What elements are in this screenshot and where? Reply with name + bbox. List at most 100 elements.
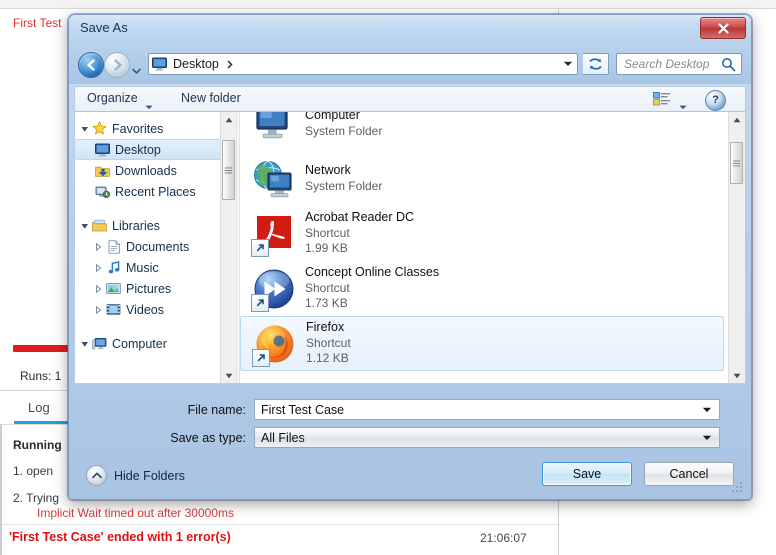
- media-player-icon: [249, 265, 299, 313]
- computer-icon: [90, 337, 109, 351]
- save-button[interactable]: Save: [542, 462, 632, 486]
- nav-group-computer[interactable]: Computer: [75, 333, 236, 354]
- file-type: Shortcut: [305, 281, 350, 296]
- organize-button[interactable]: Organize: [87, 91, 138, 105]
- scroll-up-icon[interactable]: [729, 112, 744, 127]
- sidebar-item-pictures[interactable]: Pictures: [75, 278, 236, 299]
- file-name: Firefox: [306, 320, 345, 335]
- back-icon[interactable]: [78, 52, 104, 78]
- sidebar-item-videos[interactable]: Videos: [75, 299, 236, 320]
- close-icon[interactable]: [700, 17, 746, 39]
- collapse-triangle-icon[interactable]: [93, 284, 104, 293]
- save-as-type-chevron-down-icon[interactable]: [702, 435, 712, 441]
- navigation-pane-scrollbar[interactable]: [220, 112, 236, 383]
- list-item[interactable]: Concept Online Classes Shortcut 1.73 KB: [240, 261, 728, 316]
- sidebar-item-label: Desktop: [115, 142, 161, 157]
- forward-icon[interactable]: [104, 52, 130, 78]
- expand-triangle-icon[interactable]: [79, 222, 90, 230]
- list-item[interactable]: Computer System Folder: [240, 112, 728, 151]
- address-bar[interactable]: Desktop: [148, 53, 578, 75]
- list-item[interactable]: Firefox Shortcut 1.12 KB: [240, 316, 724, 371]
- file-type: System Folder: [305, 123, 383, 138]
- desktop-icon: [93, 143, 112, 157]
- dialog-title-bar[interactable]: Save As: [68, 14, 752, 44]
- nav-group-favorites[interactable]: Favorites: [75, 118, 236, 139]
- dialog-title: Save As: [80, 20, 128, 35]
- acrobat-icon: [249, 210, 299, 258]
- navigation-pane: Favorites Desktop Downloads Recent Place…: [75, 112, 236, 383]
- scroll-down-icon[interactable]: [729, 368, 744, 383]
- network-icon: [249, 155, 299, 203]
- list-item[interactable]: Acrobat Reader DC Shortcut 1.99 KB: [240, 206, 728, 261]
- file-name-value: First Test Case: [261, 402, 345, 417]
- search-icon[interactable]: [721, 57, 736, 72]
- list-item-meta: Computer System Folder: [305, 112, 382, 139]
- help-icon[interactable]: ?: [705, 90, 726, 111]
- address-chevron-down-icon[interactable]: [563, 61, 573, 67]
- save-as-type-select[interactable]: All Files: [254, 427, 720, 448]
- list-item-meta: Firefox Shortcut 1.12 KB: [306, 320, 351, 366]
- tab-log[interactable]: Log: [28, 400, 50, 415]
- hide-folders-button[interactable]: Hide Folders: [86, 465, 185, 486]
- file-size: 1.73 KB: [305, 296, 348, 311]
- star-icon: [90, 121, 109, 136]
- collapse-triangle-icon[interactable]: [93, 263, 104, 272]
- collapse-triangle-icon[interactable]: [93, 305, 104, 314]
- dialog-toolbar: Organize New folder ?: [74, 86, 746, 112]
- collapse-triangle-icon[interactable]: [93, 242, 104, 251]
- file-list-scroll-thumb[interactable]: [730, 142, 743, 184]
- history-dropdown-icon[interactable]: [131, 61, 142, 79]
- nav-group-label: Computer: [112, 336, 167, 351]
- sidebar-item-desktop[interactable]: Desktop: [75, 139, 233, 160]
- resize-grip[interactable]: [730, 480, 742, 492]
- videos-icon: [104, 303, 123, 316]
- sidebar-item-recent-places[interactable]: Recent Places: [75, 181, 236, 202]
- sidebar-item-downloads[interactable]: Downloads: [75, 160, 236, 181]
- sidebar-item-documents[interactable]: Documents: [75, 236, 236, 257]
- sidebar-item-label: Downloads: [115, 163, 177, 178]
- file-name: Acrobat Reader DC: [305, 210, 415, 225]
- list-item[interactable]: Network System Folder: [240, 151, 728, 206]
- new-folder-button[interactable]: New folder: [181, 91, 241, 105]
- search-input[interactable]: Search Desktop: [616, 53, 742, 75]
- expand-triangle-icon[interactable]: [79, 125, 90, 133]
- scroll-up-icon[interactable]: [221, 112, 236, 127]
- refresh-icon[interactable]: [583, 53, 609, 75]
- shortcut-arrow-icon: [251, 293, 269, 312]
- cancel-button[interactable]: Cancel: [644, 462, 734, 486]
- background-test-title: First Test: [13, 16, 62, 30]
- background-footer-line: [0, 524, 558, 525]
- sidebar-item-music[interactable]: Music: [75, 257, 236, 278]
- file-list-scrollbar[interactable]: [728, 112, 745, 383]
- log-timestamp: 21:06:07: [480, 531, 527, 545]
- sidebar-item-label: Documents: [126, 239, 190, 254]
- file-type: Shortcut: [306, 336, 351, 351]
- log-step-1: 1. open: [13, 464, 54, 478]
- file-name-input[interactable]: First Test Case: [254, 399, 720, 420]
- view-mode-icon[interactable]: [653, 91, 671, 112]
- nav-group-label: Libraries: [112, 218, 160, 233]
- screen: First Test Runs: 1 Log Running 1. open 2…: [0, 0, 776, 555]
- sidebar-item-label: Pictures: [126, 281, 172, 296]
- downloads-icon: [93, 164, 112, 178]
- list-item-meta: Acrobat Reader DC Shortcut 1.99 KB: [305, 210, 414, 256]
- navigation-scroll-thumb[interactable]: [222, 140, 235, 200]
- address-path: Desktop: [173, 57, 219, 71]
- breadcrumb-chevron-icon[interactable]: [227, 59, 233, 69]
- firefox-icon: [250, 320, 300, 368]
- sidebar-item-label: Recent Places: [115, 184, 196, 199]
- expand-triangle-icon[interactable]: [79, 340, 90, 348]
- file-name: Computer: [305, 112, 360, 122]
- background-left-edge: [0, 424, 2, 555]
- desktop-icon: [152, 57, 167, 71]
- help-glyph: ?: [712, 94, 719, 106]
- computer-icon: [249, 112, 299, 148]
- hide-folders-label: Hide Folders: [114, 468, 185, 483]
- sidebar-item-label: Videos: [126, 302, 164, 317]
- file-type: Shortcut: [305, 226, 350, 241]
- dialog-navigation-bar: Desktop Search Desktop: [68, 44, 752, 84]
- nav-group-libraries[interactable]: Libraries: [75, 215, 236, 236]
- scroll-down-icon[interactable]: [221, 368, 236, 383]
- file-name-chevron-down-icon[interactable]: [702, 407, 712, 413]
